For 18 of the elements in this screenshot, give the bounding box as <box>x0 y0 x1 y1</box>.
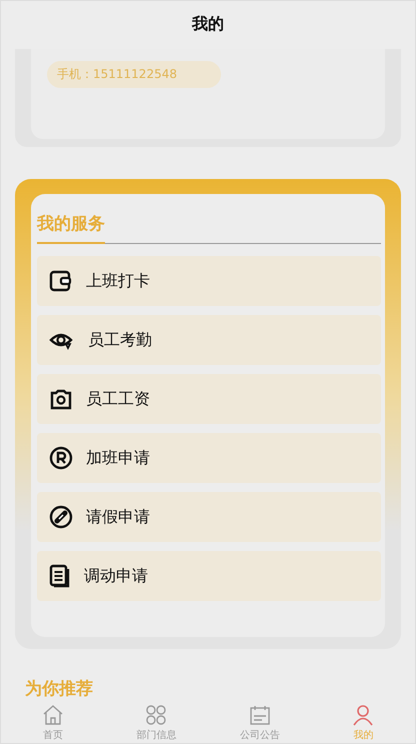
section-title: 为你推荐 <box>25 679 93 699</box>
document-icon <box>49 564 71 588</box>
section-title: 我的服务 <box>37 214 105 244</box>
service-item[interactable]: 员工考勤 <box>37 315 381 365</box>
page-title: 我的 <box>192 14 224 34</box>
service-item[interactable]: 调动申请 <box>37 551 381 601</box>
camera-icon <box>49 387 73 411</box>
service-item[interactable]: 上班打卡 <box>37 256 381 306</box>
phone-number: 手机：15111122548 <box>47 61 221 88</box>
home-icon <box>42 704 64 726</box>
calendar-icon <box>248 704 271 726</box>
wallet-icon <box>49 269 73 293</box>
service-item[interactable]: 请假申请 <box>37 492 381 542</box>
service-item[interactable]: 员工工资 <box>37 374 381 424</box>
grid-icon <box>145 704 168 726</box>
user-icon <box>352 704 374 726</box>
registered-icon <box>49 446 73 470</box>
service-item[interactable]: 加班申请 <box>37 433 381 483</box>
